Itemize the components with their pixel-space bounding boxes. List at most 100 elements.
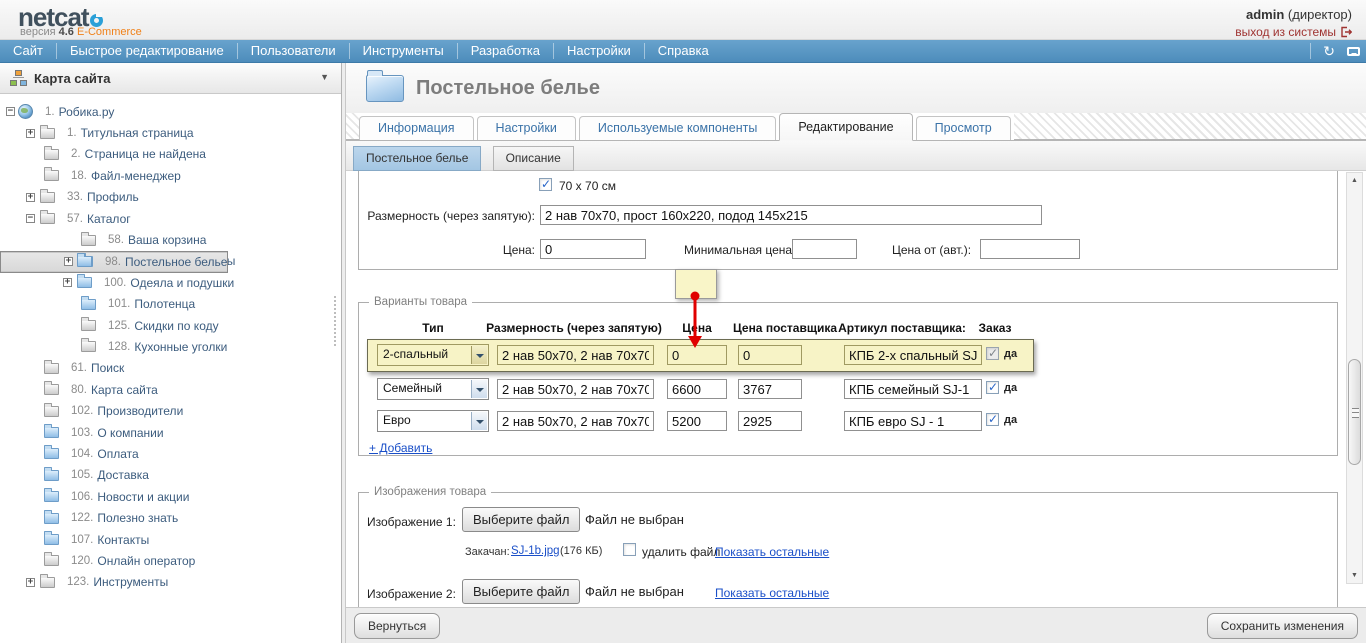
tree-item-number: 1.: [67, 127, 77, 139]
menubar-separator: [1310, 43, 1311, 59]
tab-3[interactable]: Используемые компоненты: [579, 116, 777, 140]
variant-sku-input[interactable]: [844, 379, 982, 399]
tab-1[interactable]: Информация: [359, 116, 474, 140]
tree-item[interactable]: 125.Скидки по коду: [0, 315, 341, 336]
tree-item[interactable]: 102.Производители: [0, 400, 341, 421]
image1-show-rest-link[interactable]: Показать остальные: [715, 545, 829, 559]
tree-item[interactable]: 103.О компании: [0, 422, 341, 443]
tree-item-label: Инструменты: [93, 575, 168, 589]
size-checkbox[interactable]: [539, 178, 552, 191]
tab-5[interactable]: Просмотр: [916, 116, 1011, 140]
image1-file-link[interactable]: SJ-1b.jpg: [511, 545, 560, 557]
tree-item[interactable]: 122.Полезно знать: [0, 507, 341, 528]
scrollbar-thumb[interactable]: [1348, 359, 1361, 465]
image2-show-rest-link[interactable]: Показать остальные: [715, 586, 829, 600]
tree-item[interactable]: −57.Каталог: [0, 208, 341, 229]
variant-order-label: да: [1004, 414, 1017, 426]
tree-item[interactable]: 2.Страница не найдена: [0, 144, 341, 165]
expand-plus-icon[interactable]: +: [26, 129, 35, 138]
tree-item[interactable]: 107.Контакты: [0, 529, 341, 550]
dimensions-input[interactable]: [540, 205, 1042, 225]
scroll-up-icon[interactable]: ▲: [1347, 177, 1362, 184]
chat-icon[interactable]: [1347, 47, 1360, 56]
image1-delete-checkbox[interactable]: [623, 543, 636, 556]
dropdown-arrow-icon[interactable]: [471, 346, 487, 364]
dropdown-arrow-icon[interactable]: [471, 412, 487, 430]
scroll-down-icon[interactable]: ▼: [1347, 572, 1362, 579]
dropdown-arrow-icon[interactable]: [471, 380, 487, 398]
tree-item[interactable]: 128.Кухонные уголки: [0, 336, 341, 357]
variant-type-select[interactable]: Евро: [377, 410, 489, 432]
variant-order-checkbox[interactable]: [986, 381, 999, 394]
save-button[interactable]: Сохранить изменения: [1207, 613, 1358, 639]
expand-plus-icon[interactable]: +: [26, 578, 35, 587]
variant-order-checkbox[interactable]: [986, 347, 999, 360]
variant-price-input[interactable]: [667, 411, 727, 431]
tree-item[interactable]: 106.Новости и акции: [0, 486, 341, 507]
chevron-down-icon[interactable]: ▼: [320, 72, 329, 82]
tab-4[interactable]: Редактирование: [779, 113, 912, 141]
menu-item-1[interactable]: Сайт: [0, 40, 56, 62]
tree-item[interactable]: 104.Оплата: [0, 443, 341, 464]
tree-item-label: Оплата: [97, 447, 138, 461]
menu-item-5[interactable]: Разработка: [458, 40, 553, 62]
tree-item[interactable]: +98.Постельное белье: [0, 251, 228, 273]
variant-type-select[interactable]: Семейный: [377, 378, 489, 400]
tab-2[interactable]: Настройки: [477, 116, 576, 140]
variant-sku-input[interactable]: [844, 345, 982, 365]
variant-dimensions-input[interactable]: [497, 379, 654, 399]
tree-item[interactable]: 18.Файл-менеджер: [0, 165, 341, 186]
variant-dimensions-input[interactable]: [497, 411, 654, 431]
sidebar-header[interactable]: Карта сайта ▼: [0, 63, 341, 94]
tree-item[interactable]: +33.Профиль: [0, 187, 341, 208]
variant-order-checkbox[interactable]: [986, 413, 999, 426]
refresh-icon[interactable]: ↻: [1323, 44, 1335, 58]
variant-dimensions-input[interactable]: [497, 345, 654, 365]
variant-sku-input[interactable]: [844, 411, 982, 431]
expand-plus-icon[interactable]: +: [64, 257, 73, 266]
collapse-minus-icon[interactable]: −: [26, 214, 35, 223]
tree-item[interactable]: 80.Карта сайта: [0, 379, 341, 400]
back-button[interactable]: Вернуться: [354, 613, 440, 639]
subtab-2[interactable]: Описание: [493, 146, 574, 171]
expand-plus-icon[interactable]: +: [26, 193, 35, 202]
variant-price-input[interactable]: [667, 379, 727, 399]
add-variant-link[interactable]: + Добавить: [369, 441, 432, 455]
menu-item-7[interactable]: Справка: [645, 40, 722, 62]
variants-column-header: Артикул поставщика:: [838, 321, 966, 335]
tree-item[interactable]: +100.Одеяла и подушки: [0, 272, 341, 293]
sidebar-title: Карта сайта: [34, 71, 111, 86]
variant-type-select[interactable]: 2-спальный: [377, 344, 489, 366]
collapse-minus-icon[interactable]: −: [6, 107, 15, 116]
logout-link[interactable]: выход из системы: [1235, 25, 1352, 39]
menu-item-2[interactable]: Быстрое редактирование: [57, 40, 237, 62]
variant-supplier-price-input[interactable]: [738, 411, 802, 431]
auto-price-input[interactable]: [980, 239, 1080, 259]
subtab-1[interactable]: Постельное белье: [353, 146, 481, 171]
min-price-input[interactable]: [792, 239, 857, 259]
tab-bar: ИнформацияНастройкиИспользуемые компонен…: [346, 113, 1366, 141]
variant-supplier-price-input[interactable]: [738, 345, 802, 365]
tree-item[interactable]: 61.Поиск: [0, 358, 341, 379]
image1-choose-file-button[interactable]: Выберите файл: [462, 507, 580, 532]
sidebar-resize-handle[interactable]: [334, 296, 336, 346]
vertical-scrollbar[interactable]: ▲ ▼: [1346, 172, 1363, 584]
tree-item[interactable]: −1.Робика.ру: [0, 101, 341, 122]
variants-column-header: Тип: [422, 321, 444, 335]
image2-choose-file-button[interactable]: Выберите файл: [462, 579, 580, 604]
menu-item-6[interactable]: Настройки: [554, 40, 644, 62]
price-input[interactable]: [540, 239, 646, 259]
variant-supplier-price-input[interactable]: [738, 379, 802, 399]
tree-item[interactable]: +123.Инструменты: [0, 572, 341, 593]
tree-item-number: 1.: [45, 106, 55, 118]
folder-gray-icon: [44, 406, 59, 417]
tree-item[interactable]: +1.Титульная страница: [0, 122, 341, 143]
menu-item-4[interactable]: Инструменты: [350, 40, 457, 62]
tree-item[interactable]: 101.Полотенца: [0, 294, 341, 315]
expand-plus-icon[interactable]: +: [63, 278, 72, 287]
tree-item-label: Файл-менеджер: [91, 169, 181, 183]
tree-item[interactable]: 105.Доставка: [0, 465, 341, 486]
tree-item[interactable]: 120.Онлайн оператор: [0, 550, 341, 571]
menu-item-3[interactable]: Пользователи: [238, 40, 349, 62]
tree-item[interactable]: 58.Ваша корзина: [0, 229, 341, 250]
